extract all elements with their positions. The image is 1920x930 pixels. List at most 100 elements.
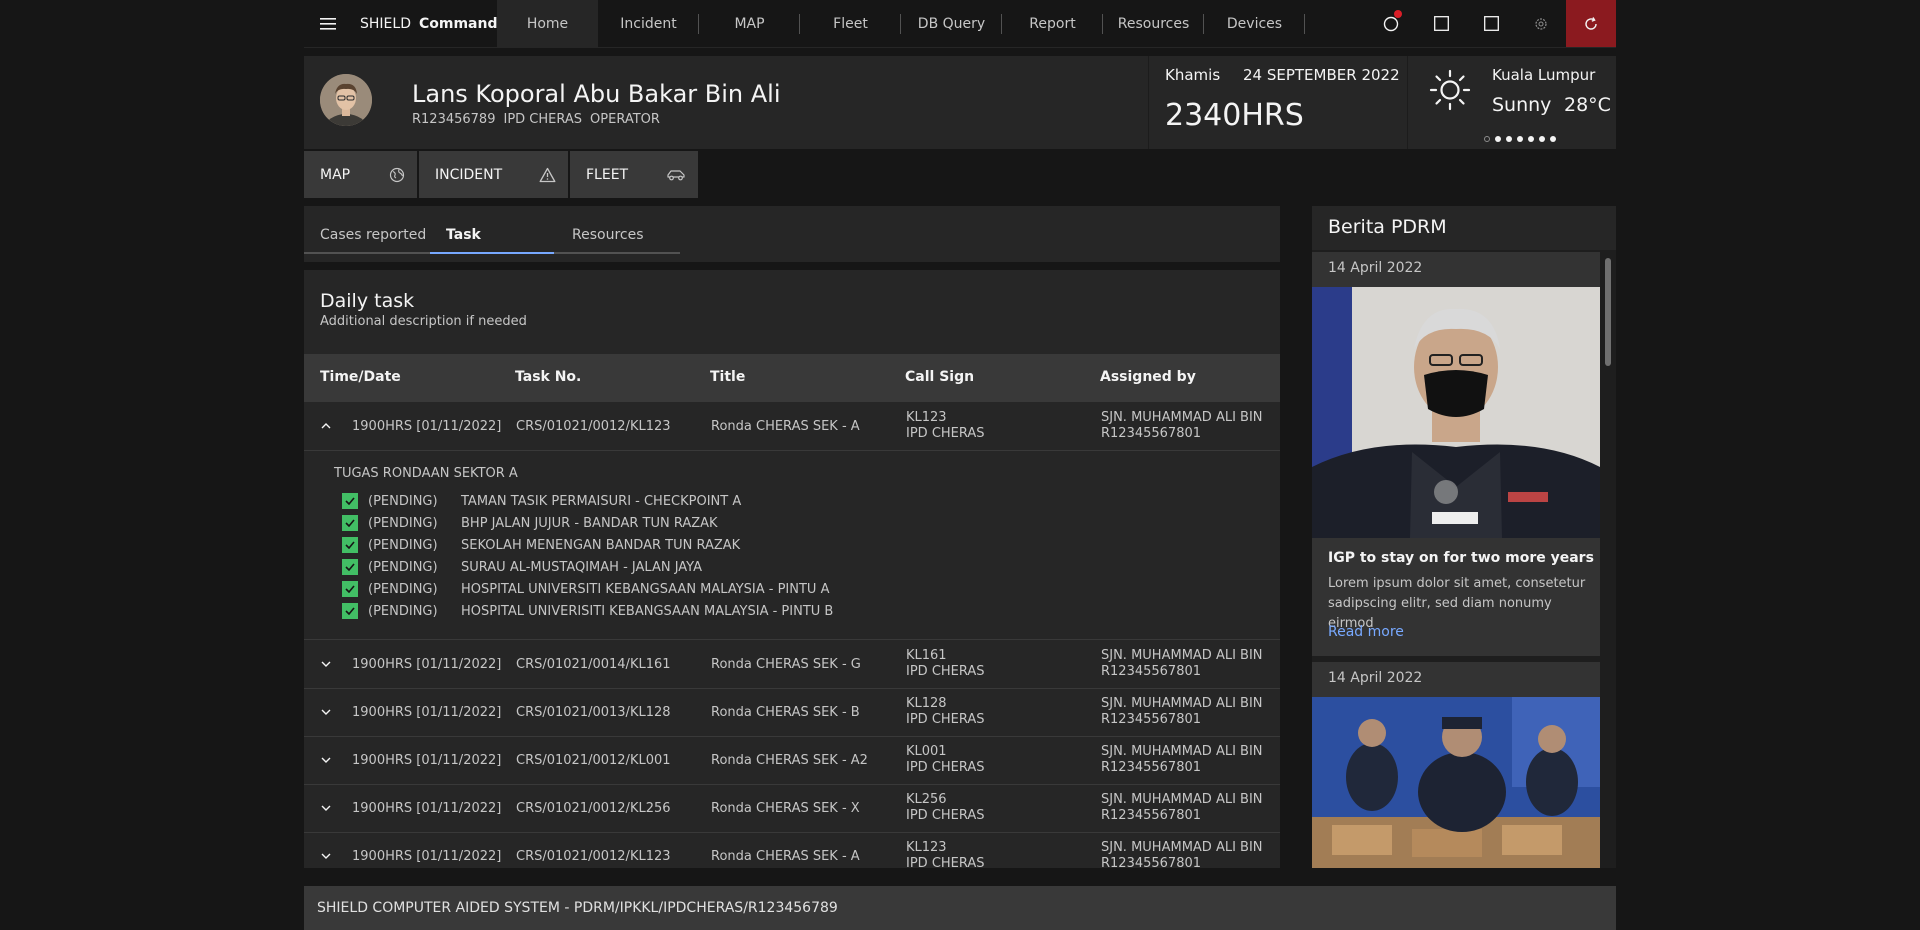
table-row[interactable]: 1900HRS [01/11/2022] CRS/01021/0012/KL00… [304,737,1280,785]
nav-incident[interactable]: Incident [598,0,699,47]
read-more-link[interactable]: Read more [1328,624,1404,640]
shortcut-tiles: MAP INCIDENT FLEET [304,151,698,198]
tab-cases-reported[interactable]: Cases reported [304,222,430,254]
news-card[interactable]: 14 April 2022 [1312,252,1600,656]
news-panel: Berita PDRM 14 April 2022 IGP to stay on… [1312,206,1616,868]
header-actions [1366,0,1616,47]
nav-devices[interactable]: Devices [1204,0,1305,47]
notification-badge [1394,10,1402,18]
shortcut-fleet[interactable]: FLEET [570,151,698,198]
checkpoint-status: (PENDING) [368,537,438,553]
checkpoint-item[interactable]: (PENDING) SEKOLAH MENENGAN BANDAR TUN RAZ… [342,536,740,554]
news-scrollbar-thumb[interactable] [1605,258,1611,366]
col-call-sign[interactable]: Call Sign [905,369,974,385]
col-time[interactable]: Time/Date [320,369,401,385]
nav-map[interactable]: MAP [699,0,800,47]
chevron-down-icon[interactable] [320,802,332,814]
settings-button[interactable] [1516,0,1566,47]
nav-fleet[interactable]: Fleet [800,0,901,47]
pager-dot[interactable] [1528,136,1534,142]
news-date: 14 April 2022 [1328,260,1423,276]
news-card[interactable]: 14 April 2022 [1312,662,1600,868]
checkpoint-label: HOSPITAL UNIVERISITI KEBANGSAAN MALAYSIA… [461,603,834,619]
app-shell: SHIELD Command Home Incident MAP Fleet D… [304,0,1616,930]
chevron-down-icon[interactable] [320,754,332,766]
brand-name: SHIELD [360,15,411,32]
pager-dot[interactable] [1517,136,1523,142]
square-icon [1483,16,1499,31]
row-assigned-by: SJN. MUHAMMAD ALI BIN R12345567801 [1101,696,1263,728]
expanded-row-details: TUGAS RONDAAN SEKTOR A (PENDING) TAMAN TA… [304,452,1280,640]
row-call-sign: KL256 IPD CHERAS [906,792,985,824]
checkpoint-status: (PENDING) [368,493,438,509]
table-row[interactable]: 1900HRS [01/11/2022] CRS/01021/0014/KL16… [304,641,1280,689]
menu-button[interactable] [304,0,352,47]
call-sign: KL128 [906,696,947,711]
col-task-no[interactable]: Task No. [515,369,581,385]
pager-dot[interactable] [1484,136,1490,142]
notification-button[interactable] [1366,0,1416,47]
chevron-down-icon[interactable] [320,850,332,862]
row-title: Ronda CHERAS SEK - X [711,801,860,816]
weather-city: Kuala Lumpur [1492,66,1596,84]
checkbox-checked-icon[interactable] [342,515,358,531]
row-title: Ronda CHERAS SEK - A [711,849,860,864]
brand[interactable]: SHIELD Command [352,0,497,47]
news-image[interactable] [1312,287,1600,538]
checkpoint-item[interactable]: (PENDING) SURAU AL-MUSTAQIMAH - JALAN JAY… [342,558,702,576]
shortcut-incident[interactable]: INCIDENT [419,151,568,198]
nav-home[interactable]: Home [497,0,598,47]
checkpoint-item[interactable]: (PENDING) HOSPITAL UNIVERISITI KEBANGSAAN… [342,602,833,620]
nav-report[interactable]: Report [1002,0,1103,47]
news-headline[interactable]: IGP to stay on for two more years [1328,550,1594,566]
checkbox-checked-icon[interactable] [342,559,358,575]
checkpoint-label: SEKOLAH MENENGAN BANDAR TUN RAZAK [461,537,741,553]
window-button-2[interactable] [1466,0,1516,47]
logout-button[interactable] [1566,0,1616,47]
checkbox-checked-icon[interactable] [342,537,358,553]
chevron-down-icon[interactable] [320,706,332,718]
table-row[interactable]: 1900HRS [01/11/2022] CRS/01021/0012/KL12… [304,833,1280,868]
pager-dot[interactable] [1550,136,1556,142]
avatar[interactable] [320,74,372,126]
chevron-up-icon[interactable] [320,420,332,432]
assigned-id: R12345567801 [1101,856,1202,868]
checkpoint-label: SURAU AL-MUSTAQIMAH - JALAN JAYA [461,559,703,575]
row-task-no: CRS/01021/0012/KL123 [516,419,671,434]
row-assigned-by: SJN. MUHAMMAD ALI BIN R12345567801 [1101,410,1263,442]
checkpoint-item[interactable]: (PENDING) BHP JALAN JUJUR - BANDAR TUN RA… [342,514,718,532]
window-button-1[interactable] [1416,0,1466,47]
pager-dot[interactable] [1506,136,1512,142]
row-title: Ronda CHERAS SEK - A2 [711,753,868,768]
shortcut-map[interactable]: MAP [304,151,417,198]
row-title: Ronda CHERAS SEK - B [711,705,860,720]
logout-icon [1585,16,1597,30]
chevron-down-icon[interactable] [320,658,332,670]
tab-resources[interactable]: Resources [554,222,680,254]
col-assigned-by[interactable]: Assigned by [1100,369,1196,385]
row-assigned-by: SJN. MUHAMMAD ALI BIN R12345567801 [1101,648,1263,680]
checkpoint-status: (PENDING) [368,603,438,619]
profile-banner: Lans Koporal Abu Bakar Bin Ali R12345678… [304,56,1616,149]
tab-bar: Cases reported Task Resources [304,206,1280,262]
nav-resources[interactable]: Resources [1103,0,1204,47]
checkbox-checked-icon[interactable] [342,581,358,597]
table-row[interactable]: 1900HRS [01/11/2022] CRS/01021/0012/KL25… [304,785,1280,833]
table-row[interactable]: 1900HRS [01/11/2022] CRS/01021/0013/KL12… [304,689,1280,737]
nav-db-query[interactable]: DB Query [901,0,1002,47]
brand-product: Command [418,15,498,32]
checkbox-checked-icon[interactable] [342,493,358,509]
table-row[interactable]: 1900HRS [01/11/2022] CRS/01021/0012/KL12… [304,403,1280,451]
row-time: 1900HRS [01/11/2022] [352,801,502,816]
checkpoint-item[interactable]: (PENDING) HOSPITAL UNIVERSITI KEBANGSAAN … [342,580,829,598]
checkbox-checked-icon[interactable] [342,603,358,619]
pager-dot[interactable] [1539,136,1545,142]
tab-task[interactable]: Task [430,222,554,254]
card-title: Daily task [320,290,415,312]
col-title[interactable]: Title [710,369,745,385]
checkpoint-item[interactable]: (PENDING) TAMAN TASIK PERMAISURI - CHECKP… [342,492,741,510]
news-image[interactable] [1312,697,1600,868]
station: IPD CHERAS [906,426,985,441]
pager-dot[interactable] [1495,136,1501,142]
assigned-id: R12345567801 [1101,760,1202,775]
